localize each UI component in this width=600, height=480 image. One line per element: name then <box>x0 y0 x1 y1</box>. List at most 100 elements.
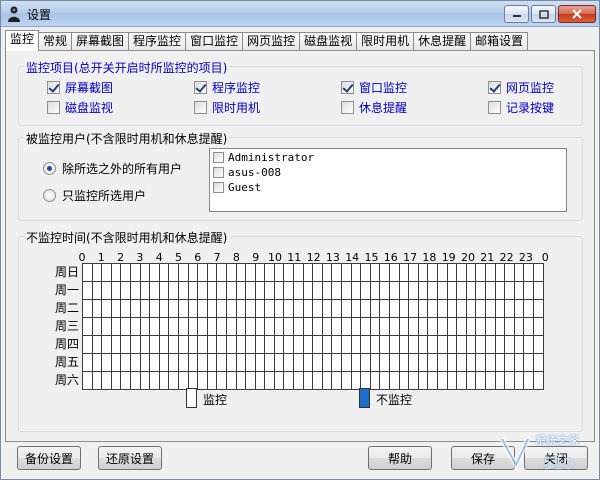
time-slot-cell[interactable] <box>82 299 93 318</box>
time-slot-cell[interactable] <box>456 317 467 336</box>
time-slot-cell[interactable] <box>283 299 295 318</box>
time-slot-cell[interactable] <box>168 263 179 282</box>
time-slot-cell[interactable] <box>293 317 304 336</box>
restore-settings-button[interactable]: 还原设置 <box>98 446 162 470</box>
time-slot-cell[interactable] <box>350 353 362 372</box>
time-slot-cell[interactable] <box>216 299 227 318</box>
time-slot-cell[interactable] <box>216 263 227 282</box>
checkbox-box[interactable] <box>194 101 207 114</box>
time-slot-cell[interactable] <box>139 317 151 336</box>
user-checkbox[interactable] <box>213 167 224 178</box>
time-slot-cell[interactable] <box>398 353 410 372</box>
checkbox-box[interactable] <box>47 101 60 114</box>
time-slot-cell[interactable] <box>379 281 390 300</box>
time-slot-cell[interactable] <box>82 317 93 336</box>
tab-rest-reminder[interactable]: 休息提醒 <box>413 32 472 51</box>
time-slot-cell[interactable] <box>302 353 314 372</box>
time-slot-cell[interactable] <box>532 263 544 282</box>
time-slot-cell[interactable] <box>436 299 448 318</box>
time-slot-cell[interactable] <box>484 353 496 372</box>
time-slot-cell[interactable] <box>465 317 477 336</box>
time-slot-cell[interactable] <box>158 335 170 354</box>
tab-screenshot[interactable]: 屏幕截图 <box>71 32 130 51</box>
time-slot-cell[interactable] <box>149 335 160 354</box>
time-slot-cell[interactable] <box>398 263 410 282</box>
time-slot-cell[interactable] <box>504 317 515 336</box>
checkbox-box[interactable] <box>47 81 60 94</box>
time-slot-cell[interactable] <box>360 299 371 318</box>
time-slot-cell[interactable] <box>484 281 496 300</box>
time-slot-cell[interactable] <box>197 263 208 282</box>
time-slot-cell[interactable] <box>321 335 333 354</box>
time-slot-cell[interactable] <box>302 263 314 282</box>
time-slot-cell[interactable] <box>197 281 208 300</box>
time-slot-cell[interactable] <box>427 281 438 300</box>
time-slot-cell[interactable] <box>513 263 525 282</box>
time-slot-cell[interactable] <box>129 263 141 282</box>
tab-disk-monitor[interactable]: 磁盘监视 <box>299 32 358 51</box>
time-slot-cell[interactable] <box>273 317 285 336</box>
time-slot-cell[interactable] <box>398 299 410 318</box>
checkbox-record-keys[interactable]: 记录按键 <box>488 99 554 116</box>
time-slot-cell[interactable] <box>465 281 477 300</box>
time-slot-cell[interactable] <box>408 353 419 372</box>
time-slot-cell[interactable] <box>436 335 448 354</box>
time-slot-cell[interactable] <box>369 263 381 282</box>
time-slot-cell[interactable] <box>331 335 343 354</box>
time-slot-cell[interactable] <box>91 263 103 282</box>
time-slot-cell[interactable] <box>341 335 352 354</box>
time-slot-cell[interactable] <box>417 317 429 336</box>
time-slot-cell[interactable] <box>273 371 285 390</box>
time-slot-cell[interactable] <box>101 299 112 318</box>
time-slot-cell[interactable] <box>532 317 544 336</box>
time-slot-cell[interactable] <box>532 353 544 372</box>
time-slot-cell[interactable] <box>436 353 448 372</box>
time-slot-cell[interactable] <box>264 371 275 390</box>
maximize-button[interactable] <box>531 5 556 23</box>
time-slot-cell[interactable] <box>427 335 438 354</box>
time-slot-cell[interactable] <box>504 263 515 282</box>
time-slot-cell[interactable] <box>504 281 515 300</box>
time-slot-cell[interactable] <box>523 335 534 354</box>
time-slot-cell[interactable] <box>408 281 419 300</box>
time-slot-cell[interactable] <box>475 317 486 336</box>
time-slot-cell[interactable] <box>408 299 419 318</box>
time-slot-cell[interactable] <box>417 371 429 390</box>
time-slot-cell[interactable] <box>177 317 189 336</box>
time-slot-cell[interactable] <box>350 263 362 282</box>
time-slot-cell[interactable] <box>110 263 122 282</box>
time-slot-cell[interactable] <box>110 353 122 372</box>
time-slot-cell[interactable] <box>417 281 429 300</box>
user-checkbox[interactable] <box>213 152 224 163</box>
time-slot-cell[interactable] <box>350 335 362 354</box>
time-slot-cell[interactable] <box>312 371 323 390</box>
time-slot-cell[interactable] <box>484 299 496 318</box>
time-slot-cell[interactable] <box>82 335 93 354</box>
time-slot-cell[interactable] <box>427 317 438 336</box>
time-slot-cell[interactable] <box>456 299 467 318</box>
time-slot-cell[interactable] <box>417 335 429 354</box>
checkbox-box[interactable] <box>341 81 354 94</box>
radio-all-except-selected[interactable]: 除所选之外的所有用户 <box>43 160 182 177</box>
time-slot-cell[interactable] <box>206 353 218 372</box>
time-slot-cell[interactable] <box>379 299 390 318</box>
time-slot-cell[interactable] <box>235 281 247 300</box>
time-slot-cell[interactable] <box>283 317 295 336</box>
time-slot-cell[interactable] <box>446 281 458 300</box>
time-slot-cell[interactable] <box>273 353 285 372</box>
radio-button[interactable] <box>43 189 56 202</box>
time-slot-cell[interactable] <box>216 335 227 354</box>
time-slot-cell[interactable] <box>283 371 295 390</box>
time-slot-cell[interactable] <box>321 353 333 372</box>
time-slot-cell[interactable] <box>235 317 247 336</box>
time-slot-cell[interactable] <box>120 281 131 300</box>
time-slot-cell[interactable] <box>513 335 525 354</box>
time-slot-cell[interactable] <box>427 371 438 390</box>
time-slot-cell[interactable] <box>235 263 247 282</box>
radio-only-selected[interactable]: 只监控所选用户 <box>43 187 146 204</box>
time-slot-cell[interactable] <box>139 335 151 354</box>
time-slot-cell[interactable] <box>341 317 352 336</box>
time-slot-cell[interactable] <box>475 263 486 282</box>
time-slot-cell[interactable] <box>408 371 419 390</box>
time-slot-cell[interactable] <box>225 335 237 354</box>
